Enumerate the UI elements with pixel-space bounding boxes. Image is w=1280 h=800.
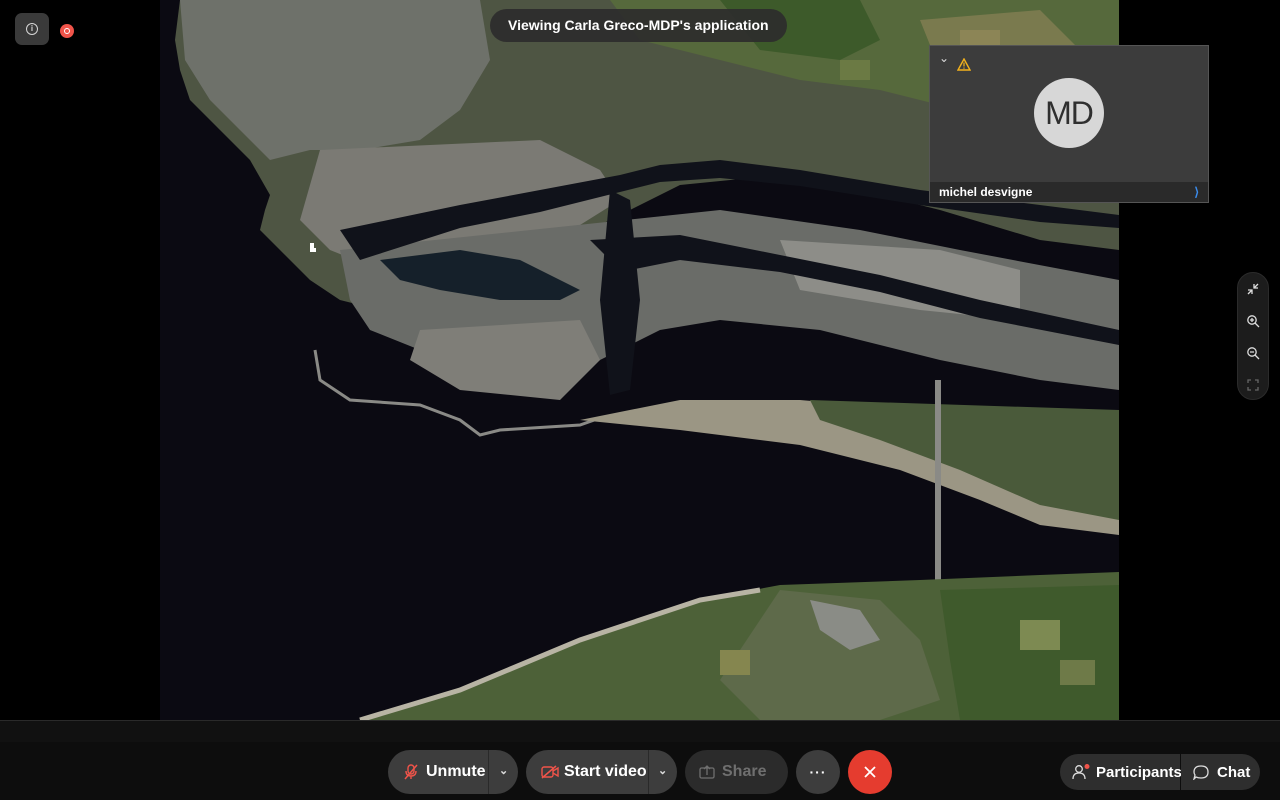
chat-label: Chat	[1217, 763, 1251, 781]
more-options-button[interactable]: ···	[796, 750, 840, 794]
zoom-in-icon[interactable]	[1238, 306, 1268, 336]
share-icon	[699, 765, 715, 779]
meeting-toolbar: Unmute ⌄ Start video ⌄ Share ··· Partici…	[0, 742, 1280, 800]
people-icon	[1072, 764, 1090, 780]
screen-share-stage: Viewing Carla Greco-MDP's application i …	[0, 0, 1280, 720]
participants-label: Participants	[1096, 763, 1182, 781]
sharing-status-banner: Viewing Carla Greco-MDP's application	[490, 9, 787, 42]
chat-button[interactable]: Chat	[1181, 754, 1260, 790]
fit-screen-icon[interactable]	[1238, 370, 1268, 400]
signal-icon: ⟩	[1194, 185, 1199, 199]
record-icon	[60, 24, 74, 38]
share-label: Share	[722, 763, 767, 780]
chevron-down-icon[interactable]: ⌄	[939, 51, 949, 65]
chevron-down-icon[interactable]: ⌄	[658, 764, 670, 777]
close-icon	[864, 766, 876, 778]
share-button[interactable]: Share	[685, 750, 788, 794]
zoom-out-icon[interactable]	[1238, 338, 1268, 368]
warning-icon	[957, 58, 971, 71]
participants-button[interactable]: Participants	[1060, 754, 1182, 790]
more-icon: ···	[809, 764, 827, 780]
avatar: MD	[1034, 78, 1104, 148]
meeting-info-button[interactable]: i	[15, 13, 49, 45]
zoom-controls	[1237, 272, 1269, 400]
video-off-icon	[541, 765, 559, 779]
exit-fullscreen-icon[interactable]	[1238, 274, 1268, 304]
unmute-label: Unmute	[426, 763, 486, 780]
chevron-down-icon[interactable]: ⌄	[499, 764, 511, 777]
mic-muted-icon	[404, 764, 418, 780]
participant-name-bar: michel desvigne ⟩	[930, 182, 1208, 202]
start-video-button[interactable]: Start video ⌄	[526, 750, 677, 794]
start-video-label: Start video	[564, 763, 647, 780]
participant-name: michel desvigne	[939, 185, 1033, 199]
chat-icon	[1193, 765, 1209, 780]
participant-video-tile[interactable]: ⌄ MD michel desvigne ⟩	[929, 45, 1209, 203]
unmute-button[interactable]: Unmute ⌄	[388, 750, 518, 794]
leave-meeting-button[interactable]	[848, 750, 892, 794]
toolbar-separator	[0, 720, 1280, 742]
info-icon: i	[26, 23, 38, 35]
